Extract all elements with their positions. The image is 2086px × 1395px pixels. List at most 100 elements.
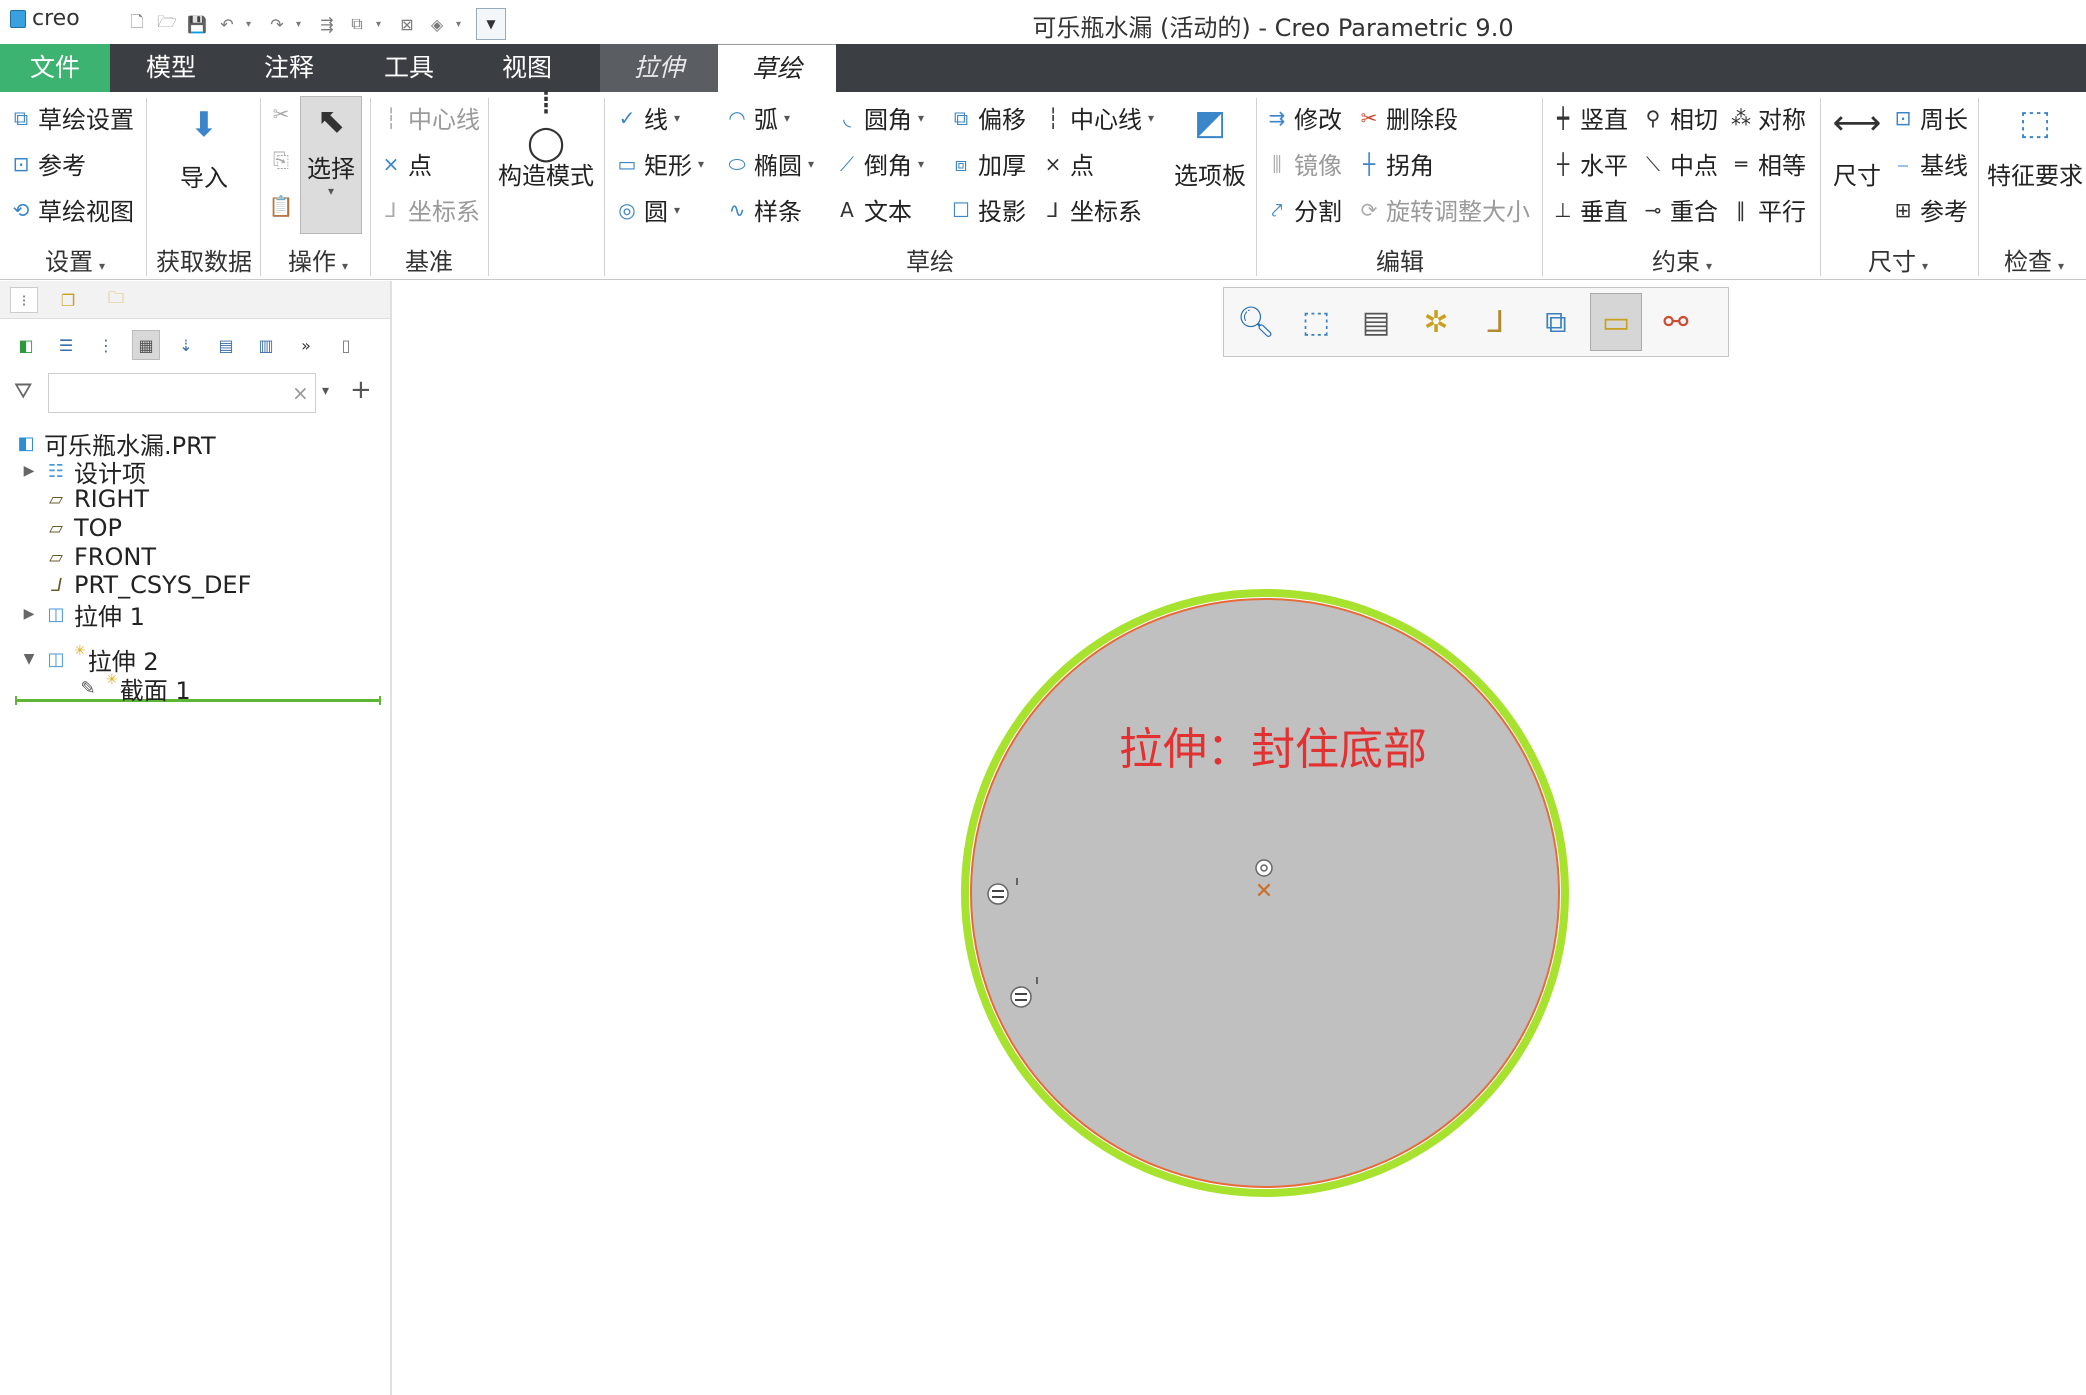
sketch-canvas[interactable]: 拉伸：封住底部 ✕ [393, 281, 2086, 1395]
modify-button[interactable]: ⇉ 修改 [1264, 100, 1342, 135]
sketch-view-button[interactable]: ⟲ 草绘视图 [8, 192, 134, 227]
insert-here-marker[interactable] [15, 696, 381, 705]
rectangle-button[interactable]: ▭ 矩形 ▾ [614, 146, 704, 181]
zoom-icon[interactable]: 🔍︎ [1230, 293, 1282, 351]
equal-constraint-button[interactable]: ═ 相等 [1728, 146, 1806, 181]
tab-sketch[interactable]: 草绘 [718, 44, 836, 92]
perimeter-button[interactable]: ⊡ 周长 [1890, 100, 1968, 135]
group-operations-label[interactable]: 操作 ▾ [268, 242, 368, 277]
references-button[interactable]: ⊡ 参考 [8, 146, 86, 181]
graphics-area[interactable]: 拉伸：封住底部 ✕ 🔍︎ ⬚ ▤ ✲ ⅃ ⧉ ▭ ⚯ [393, 281, 2086, 1395]
datum-point-button[interactable]: × 点 [378, 146, 432, 181]
rotate-resize-button[interactable]: ⟳ 旋转调整大小 [1356, 192, 1530, 227]
tree-item-section-1[interactable]: ✎ ✳ 截面 1 [76, 670, 190, 706]
tab-file[interactable]: 文件 [0, 44, 110, 92]
filter-icon[interactable]: ⛛ [14, 379, 32, 404]
sketch-orientation-icon[interactable]: ⧉ [1530, 293, 1582, 351]
horizontal-constraint-button[interactable]: ┼ 水平 [1550, 146, 1628, 181]
palette-button[interactable]: ◩ 选项板 [1168, 100, 1252, 191]
symmetric-constraint-button[interactable]: ⁂ 对称 [1728, 100, 1806, 135]
tree-list-icon[interactable]: ▥ [252, 330, 280, 360]
sketch-csys-button[interactable]: ⅃ 坐标系 [1040, 192, 1142, 227]
divide-button[interactable]: ⤤ 分割 [1264, 192, 1342, 227]
tree-filter-row: ⛛ × ▾ + [0, 371, 390, 415]
coincident-constraint-button[interactable]: ⊸ 重合 [1640, 192, 1718, 227]
circle-button[interactable]: ◎ 圆 ▾ [614, 192, 680, 227]
vertical-constraint-button[interactable]: ┿ 竖直 [1550, 100, 1628, 135]
import-button[interactable]: ⬇ 导入 [156, 102, 252, 193]
folder-browser-tab-icon[interactable]: 🗀 [102, 287, 130, 313]
midpoint-constraint-button[interactable]: ⟍ 中点 [1640, 146, 1718, 181]
display-style-icon[interactable]: ▤ [1350, 293, 1402, 351]
cut-button[interactable]: ✂ [268, 102, 298, 126]
parallel-constraint-button[interactable]: ∥ 平行 [1728, 192, 1806, 227]
csys-display-icon[interactable]: ⅃ [1470, 293, 1522, 351]
expand-arrow-icon[interactable]: ▶ [20, 463, 38, 479]
feature-requirements-button[interactable]: ⬚ 特征要求 [1984, 100, 2086, 191]
delete-segment-button[interactable]: ✂ 删除段 [1356, 100, 1458, 135]
select-button[interactable]: ⬉ 选择 ▾ [300, 96, 362, 234]
datum-display-icon[interactable]: ✲ [1410, 293, 1462, 351]
group-inspect-label[interactable]: 检查 ▾ [1984, 242, 2084, 277]
group-setup-label[interactable]: 设置 ▾ [10, 242, 140, 277]
sketch-setup-button[interactable]: ⧉ 草绘设置 [8, 100, 134, 135]
tree-document-icon[interactable]: ▯ [332, 330, 360, 360]
arc-button[interactable]: ◠ 弧 ▾ [724, 100, 790, 135]
tree-expand-icon[interactable]: ▤ [212, 330, 240, 360]
offset-button[interactable]: ⧉ 偏移 [948, 100, 1026, 135]
perimeter-icon: ⊡ [1894, 105, 1912, 130]
tree-search-input[interactable] [48, 373, 316, 413]
tree-columns-icon[interactable]: ☰ [52, 330, 80, 360]
tab-extrude[interactable]: 拉伸 [600, 44, 718, 92]
line-button[interactable]: ✓ 线 ▾ [614, 100, 680, 135]
layer-tree-tab-icon[interactable]: ❐ [54, 287, 82, 313]
show-tree-icon[interactable]: ◧ [12, 330, 40, 360]
center-point[interactable]: ✕ [1255, 859, 1273, 904]
sketch-references-icon[interactable]: ⚯ [1650, 293, 1702, 351]
mirror-icon: ⫼ [1272, 151, 1282, 176]
group-dimension-label[interactable]: 尺寸 ▾ [1824, 242, 1972, 277]
text-button[interactable]: A 文本 [834, 192, 912, 227]
copy-button[interactable]: ⎘ [268, 148, 298, 172]
spline-button[interactable]: ∿ 样条 [724, 192, 802, 227]
datum-centerline-button[interactable]: ┆ 中心线 [378, 100, 480, 135]
tab-annotate[interactable]: 注释 [244, 44, 334, 92]
chamfer-button[interactable]: ⟋ 倒角 ▾ [834, 146, 924, 181]
perpendicular-constraint-button[interactable]: ⊥ 垂直 [1550, 192, 1628, 227]
more-tools-icon[interactable]: » [292, 330, 320, 360]
reference-dimension-button[interactable]: ⊞ 参考 [1890, 192, 1968, 227]
circle-icon: ◎ [618, 197, 636, 222]
tangent-constraint-button[interactable]: ⚲ 相切 [1640, 100, 1718, 135]
tree-detail-view-icon[interactable]: ▦ [132, 330, 160, 360]
saved-orientations-icon[interactable]: ⬚ [1290, 293, 1342, 351]
sketch-centerline-button[interactable]: ┆ 中心线 ▾ [1040, 100, 1154, 135]
tree-settings-icon[interactable]: ⇣ [172, 330, 200, 360]
datum-csys-button[interactable]: ⅃ 坐标系 [378, 192, 480, 227]
clear-search-icon[interactable]: × [292, 381, 309, 405]
group-constrain-label[interactable]: 约束 ▾ [1548, 242, 1816, 277]
search-dropdown-icon[interactable]: ▾ [322, 383, 329, 399]
corner-button[interactable]: ┼ 拐角 [1356, 146, 1434, 181]
paste-button[interactable]: 📋 [268, 194, 298, 218]
horizontal-icon: ┼ [1556, 151, 1570, 176]
model-tree-tab-icon[interactable]: ⁝ [10, 287, 38, 313]
add-icon[interactable]: + [350, 375, 372, 405]
expand-arrow-icon[interactable]: ▶ [20, 606, 38, 622]
fillet-button[interactable]: ◟ 圆角 ▾ [834, 100, 924, 135]
sketcher-display-icon[interactable]: ▭ [1590, 293, 1642, 351]
tab-tools[interactable]: 工具 [364, 44, 454, 92]
tab-model[interactable]: 模型 [126, 44, 216, 92]
sketch-point-button[interactable]: × 点 [1040, 146, 1094, 181]
part-icon: ◧ [17, 432, 35, 454]
mirror-button[interactable]: ⫼ 镜像 [1264, 146, 1342, 181]
dimension-button[interactable]: ⟷ 尺寸 [1826, 100, 1888, 191]
project-button[interactable]: ☐ 投影 [948, 192, 1026, 227]
ellipse-button[interactable]: ⬭ 椭圆 ▾ [724, 146, 814, 181]
collapse-arrow-icon[interactable]: ▼ [20, 651, 38, 667]
tree-filter-list-icon[interactable]: ⋮ [92, 330, 120, 360]
active-star-icon: ✳ [106, 672, 118, 688]
construction-mode-button[interactable]: ⁞◯ 构造模式 [494, 83, 598, 191]
thicken-button[interactable]: ⧈ 加厚 [948, 146, 1026, 181]
baseline-button[interactable]: ⎯ 基线 [1890, 146, 1968, 181]
tree-item-extrude-1[interactable]: ▶ ◫ 拉伸 1 [20, 596, 145, 632]
